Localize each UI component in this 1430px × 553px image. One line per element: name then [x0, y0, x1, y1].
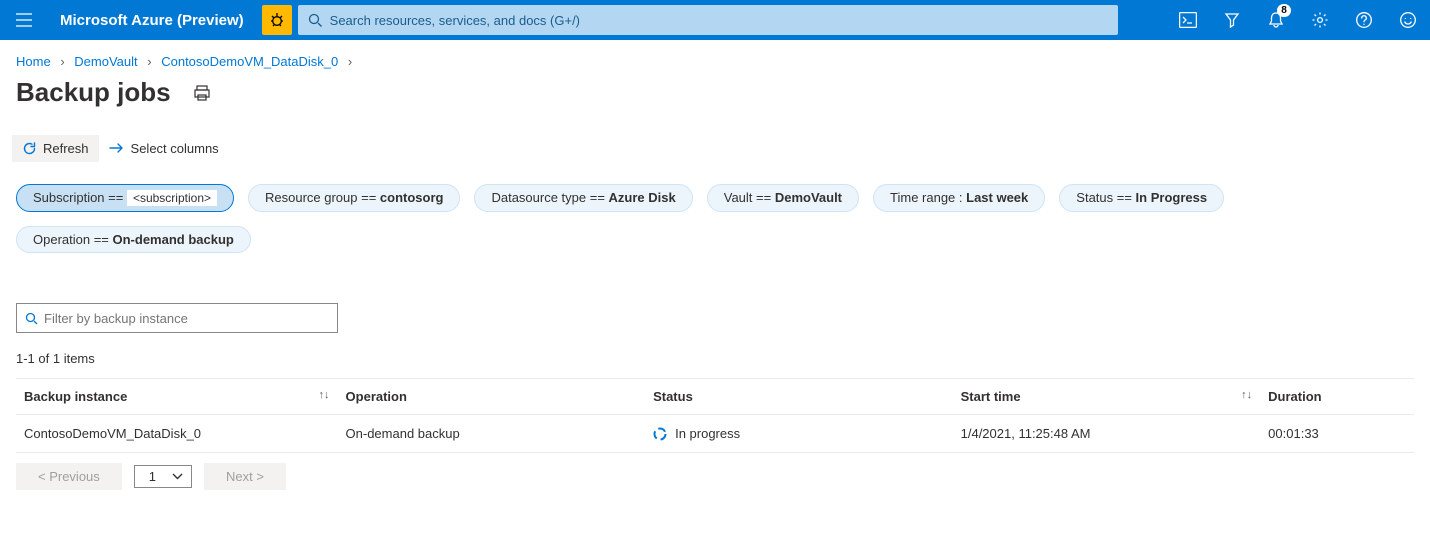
notifications-icon[interactable]: 8: [1254, 0, 1298, 40]
filter-vault[interactable]: Vault == DemoVault: [707, 184, 859, 212]
col-start-time[interactable]: Start time↑↓: [953, 379, 1261, 415]
breadcrumb: Home › DemoVault › ContosoDemoVM_DataDis…: [0, 40, 1430, 77]
hamburger-icon[interactable]: [0, 0, 48, 40]
chevron-right-icon: ›: [147, 54, 151, 69]
bug-icon[interactable]: [262, 5, 292, 35]
filter-subscription[interactable]: Subscription == <subscription>: [16, 184, 234, 212]
chevron-right-icon: ›: [60, 54, 64, 69]
filter-icon[interactable]: [1210, 0, 1254, 40]
refresh-label: Refresh: [43, 141, 89, 156]
arrow-right-icon: [109, 142, 125, 154]
global-search[interactable]: [298, 5, 1118, 35]
filter-operation[interactable]: Operation == On-demand backup: [16, 226, 251, 253]
filter-datasource-type[interactable]: Datasource type == Azure Disk: [474, 184, 692, 212]
topbar-right: 8: [1166, 0, 1430, 40]
refresh-icon: [22, 141, 37, 156]
breadcrumb-vault[interactable]: DemoVault: [74, 54, 137, 69]
select-columns-button[interactable]: Select columns: [99, 135, 229, 162]
sort-icon: ↑↓: [1241, 389, 1252, 401]
select-columns-label: Select columns: [131, 141, 219, 156]
notification-badge: 8: [1277, 4, 1291, 17]
filter-time-range[interactable]: Time range : Last week: [873, 184, 1045, 212]
cell-instance: ContosoDemoVM_DataDisk_0: [16, 415, 338, 453]
instance-filter[interactable]: [16, 303, 338, 333]
help-icon[interactable]: [1342, 0, 1386, 40]
col-backup-instance[interactable]: Backup instance↑↓: [16, 379, 338, 415]
cloud-shell-icon[interactable]: [1166, 0, 1210, 40]
search-icon: [25, 312, 38, 325]
in-progress-icon: [653, 427, 667, 441]
jobs-table: Backup instance↑↓ Operation Status Start…: [16, 378, 1414, 453]
sort-icon: ↑↓: [319, 389, 330, 401]
pagination: < Previous 1 Next >: [16, 453, 1414, 510]
title-row: Backup jobs: [0, 77, 1430, 126]
col-duration[interactable]: Duration: [1260, 379, 1414, 415]
col-status[interactable]: Status: [645, 379, 953, 415]
breadcrumb-home[interactable]: Home: [16, 54, 51, 69]
filter-pills: Subscription == <subscription> Resource …: [0, 170, 1430, 253]
feedback-icon[interactable]: [1386, 0, 1430, 40]
filter-status[interactable]: Status == In Progress: [1059, 184, 1224, 212]
cell-status: In progress: [645, 415, 953, 453]
table-row[interactable]: ContosoDemoVM_DataDisk_0 On-demand backu…: [16, 415, 1414, 453]
cell-start-time: 1/4/2021, 11:25:48 AM: [953, 415, 1261, 453]
top-bar: Microsoft Azure (Preview) 8: [0, 0, 1430, 40]
settings-icon[interactable]: [1298, 0, 1342, 40]
col-operation[interactable]: Operation: [338, 379, 646, 415]
prev-page-button[interactable]: < Previous: [16, 463, 122, 490]
refresh-button[interactable]: Refresh: [12, 135, 99, 162]
breadcrumb-resource[interactable]: ContosoDemoVM_DataDisk_0: [161, 54, 338, 69]
chevron-right-icon: ›: [348, 54, 352, 69]
results-count: 1-1 of 1 items: [16, 351, 1414, 366]
next-page-button[interactable]: Next >: [204, 463, 286, 490]
chevron-down-icon: [172, 473, 183, 480]
print-icon[interactable]: [193, 84, 211, 102]
instance-filter-input[interactable]: [44, 311, 329, 326]
global-search-input[interactable]: [330, 13, 1108, 28]
page-select[interactable]: 1: [134, 465, 192, 488]
brand-label[interactable]: Microsoft Azure (Preview): [48, 12, 256, 29]
cell-operation: On-demand backup: [338, 415, 646, 453]
filter-resource-group[interactable]: Resource group == contosorg: [248, 184, 460, 212]
page-title: Backup jobs: [16, 77, 171, 108]
command-bar: Refresh Select columns: [0, 126, 1430, 170]
cell-duration: 00:01:33: [1260, 415, 1414, 453]
search-icon: [308, 13, 322, 27]
